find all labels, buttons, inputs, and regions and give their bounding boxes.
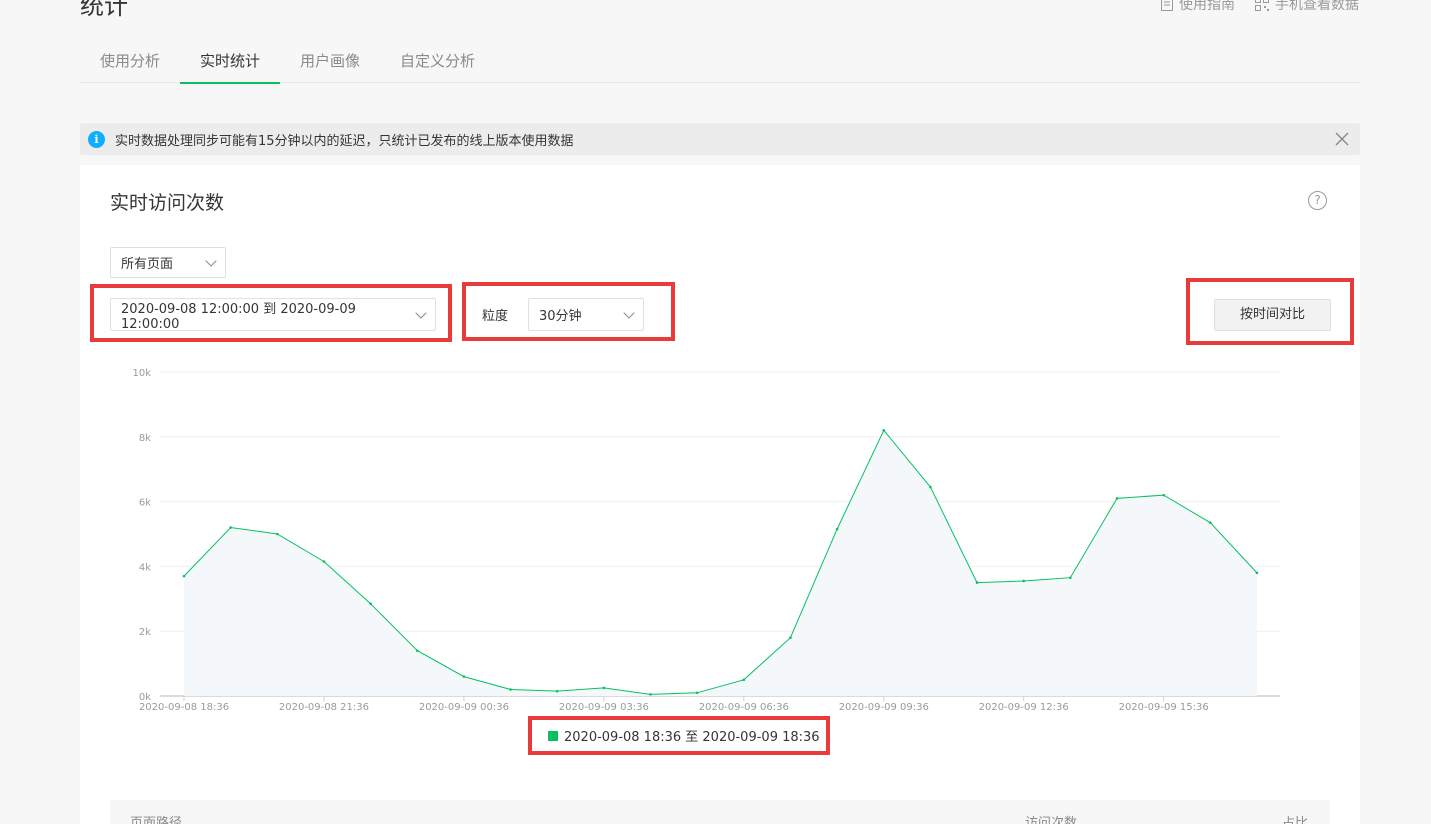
data-point — [1162, 493, 1165, 497]
x-tick-label: 2020-09-09 00:36 — [419, 702, 509, 713]
series-area — [184, 430, 1257, 696]
x-tick-label: 2020-09-09 09:36 — [839, 702, 929, 713]
data-point — [929, 485, 932, 489]
data-point — [789, 636, 792, 639]
data-point — [975, 581, 979, 584]
data-point — [695, 691, 699, 695]
data-point — [462, 675, 466, 678]
x-tick-label: 2020-09-08 18:36 — [139, 702, 229, 713]
col-visits: 访问次数 — [1025, 816, 1078, 824]
x-tick-label: 2020-09-09 15:36 — [1119, 702, 1209, 713]
col-page-path: 页面路径 — [130, 816, 183, 824]
y-tick-label: 4k — [139, 562, 151, 573]
chart-legend[interactable]: 2020-09-08 18:36 至 2020-09-09 18:36 — [548, 726, 820, 745]
y-tick-label: 10k — [132, 368, 151, 379]
data-point — [1069, 576, 1072, 580]
data-point — [602, 686, 606, 690]
data-point — [649, 693, 652, 696]
data-point — [835, 527, 839, 531]
y-tick-label: 6k — [139, 498, 151, 509]
visits-chart: 0k2k4k6k8k10k2020-09-08 18:36 2020-09-08 … — [132, 368, 1280, 713]
data-point — [555, 689, 559, 693]
data-point — [742, 678, 746, 682]
legend-swatch — [548, 730, 558, 741]
y-tick-label: 8k — [139, 433, 151, 444]
data-point — [369, 602, 372, 605]
data-point — [1115, 497, 1119, 500]
y-tick-label: 2k — [139, 627, 151, 638]
data-point — [1255, 571, 1259, 575]
data-point — [276, 532, 279, 536]
col-ratio: 占比 — [1282, 816, 1309, 824]
x-tick-label: 2020-09-08 21:36 — [279, 702, 369, 713]
x-tick-label: 2020-09-09 12:36 — [979, 702, 1069, 713]
data-point — [229, 526, 232, 529]
table-header: 页面路径 访问次数 占比 — [110, 800, 1330, 824]
data-point — [415, 649, 419, 652]
x-tick-label: 2020-09-09 06:36 — [699, 702, 789, 713]
data-point — [322, 560, 326, 563]
legend-label: 2020-09-08 18:36 至 2020-09-09 18:36 — [564, 730, 820, 745]
data-point — [182, 574, 186, 578]
data-point — [1209, 521, 1212, 524]
data-point — [882, 429, 886, 432]
data-point — [509, 688, 512, 691]
x-tick-label: 2020-09-09 03:36 — [559, 702, 649, 713]
data-point — [1022, 579, 1025, 583]
